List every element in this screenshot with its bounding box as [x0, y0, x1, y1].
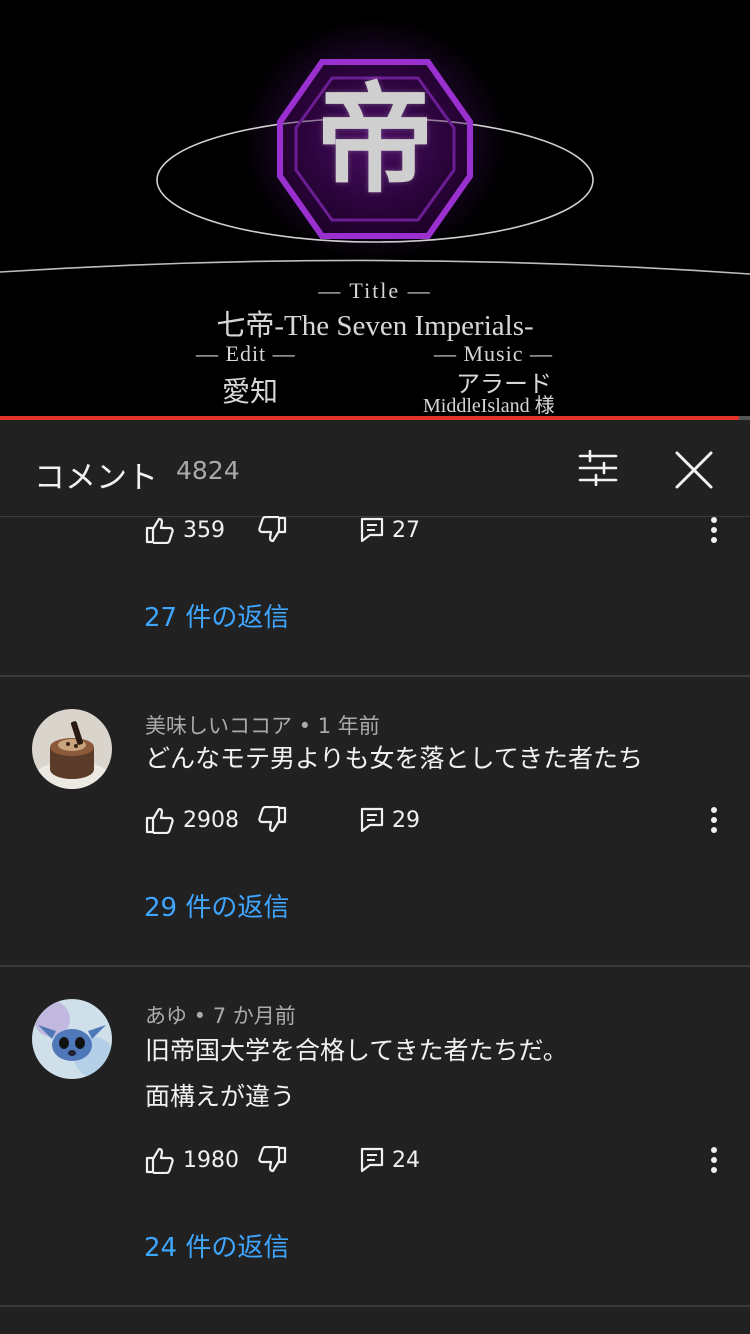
reply-count: 29 — [392, 807, 420, 833]
reply-icon — [360, 517, 384, 543]
thumb-down-icon — [258, 1146, 287, 1173]
comment-item: 美味しいココア • 1 年前 どんなモテ男よりも女を落としてきた者たち 2908… — [0, 676, 750, 966]
more-vert-icon[interactable] — [702, 510, 726, 550]
comment-divider — [0, 1305, 750, 1307]
more-vert-icon[interactable] — [702, 1140, 726, 1180]
more-vert-icon[interactable] — [702, 800, 726, 840]
like-count: 1980 — [183, 1147, 239, 1173]
avatar-character-image — [32, 999, 112, 1079]
emblem-character: 帝 — [315, 70, 434, 209]
like-button[interactable]: 1980 — [145, 1140, 239, 1180]
thumb-up-icon — [145, 807, 174, 834]
reply-icon — [360, 1147, 384, 1173]
video-title-label: — Title — — [318, 278, 432, 303]
video-edit-label: — Edit — — [196, 341, 296, 366]
video-player[interactable]: 帝 — Title — 七帝-The Seven Imperials- — Ed… — [0, 0, 750, 420]
replies-link[interactable]: 24 件の返信 — [144, 1227, 289, 1264]
dislike-button[interactable] — [257, 800, 287, 840]
thumb-up-icon — [145, 517, 174, 544]
like-count: 359 — [183, 517, 225, 543]
filter-icon[interactable] — [576, 450, 620, 486]
avatar-cocoa-image — [32, 709, 112, 789]
video-artwork — [0, 59, 750, 275]
replies-link[interactable]: 29 件の返信 — [144, 887, 289, 924]
reply-count: 27 — [392, 517, 420, 543]
video-music-sub: MiddleIsland 様 — [423, 395, 555, 417]
avatar[interactable] — [32, 999, 112, 1079]
avatar[interactable] — [32, 709, 112, 789]
reply-count: 24 — [392, 1147, 420, 1173]
reply-button[interactable]: 24 — [360, 1140, 420, 1180]
thumb-up-icon — [145, 1147, 174, 1174]
like-count: 2908 — [183, 807, 239, 833]
comments-title: コメント — [34, 460, 158, 496]
comment-author-meta: あゆ • 7 か月前 — [145, 1004, 296, 1028]
video-title-text: 七帝-The Seven Imperials- — [216, 310, 534, 342]
close-icon[interactable] — [674, 450, 714, 490]
like-button[interactable]: 2908 — [145, 800, 239, 840]
thumb-down-icon — [258, 516, 287, 543]
comment-text-line: どんなモテ男よりも女を落としてきた者たち — [145, 744, 644, 773]
reply-icon — [360, 807, 384, 833]
comments-header: コメント 4824 — [0, 420, 750, 517]
comment-text-line: 面構えが違う — [145, 1082, 296, 1111]
replies-link[interactable]: 27 件の返信 — [144, 597, 289, 634]
comment-actions: 1980 24 — [0, 1140, 750, 1180]
comment-item: あゆ • 7 か月前 旧帝国大学を合格してきた者たちだ。 面構えが違う 1980… — [0, 966, 750, 1306]
dislike-button[interactable] — [257, 510, 287, 550]
comment-actions: 2908 29 — [0, 800, 750, 840]
reply-button[interactable]: 29 — [360, 800, 420, 840]
comment-text-line: 旧帝国大学を合格してきた者たちだ。 — [145, 1036, 568, 1065]
comment-actions: 359 27 — [0, 510, 750, 550]
video-edit-name: 愛知 — [222, 377, 279, 408]
dislike-button[interactable] — [257, 1140, 287, 1180]
thumb-down-icon — [258, 806, 287, 833]
like-button[interactable]: 359 — [145, 510, 225, 550]
reply-button[interactable]: 27 — [360, 510, 420, 550]
comments-count: 4824 — [176, 456, 240, 485]
